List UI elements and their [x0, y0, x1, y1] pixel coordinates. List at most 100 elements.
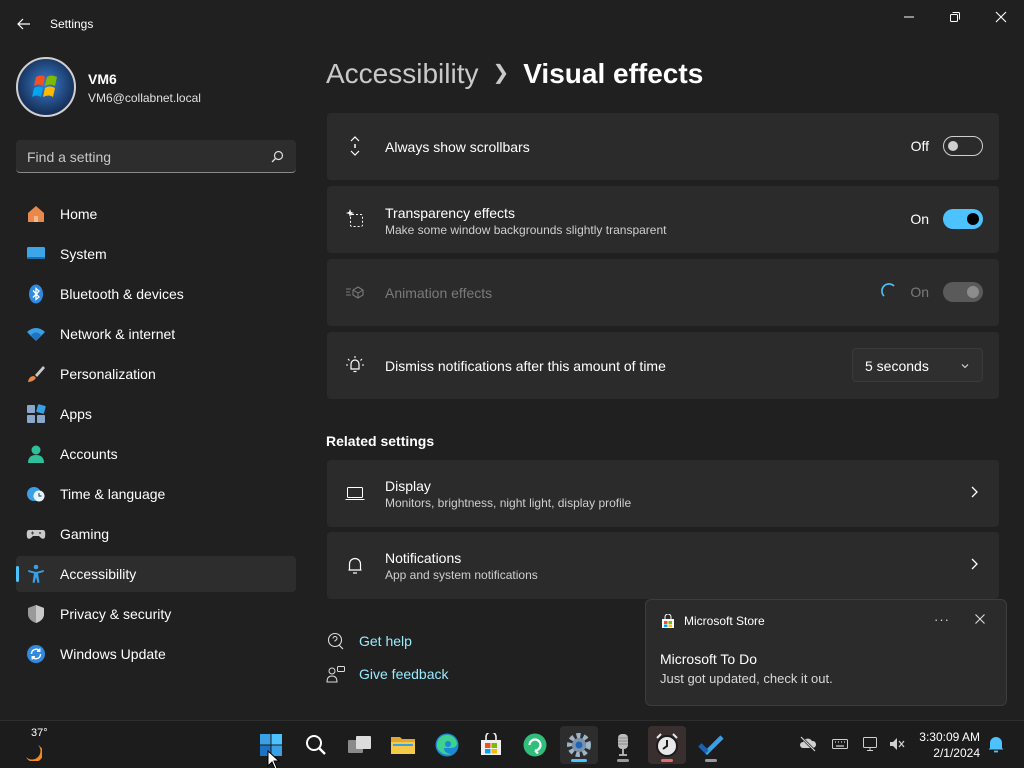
- sidebar-item-system[interactable]: System: [16, 236, 296, 272]
- app-title: Settings: [50, 17, 94, 31]
- person-icon: [28, 445, 44, 463]
- get-help-link[interactable]: Get help: [326, 630, 412, 654]
- search-placeholder: Find a setting: [27, 149, 112, 165]
- toast-notification[interactable]: Microsoft Store ··· Microsoft To Do Just…: [645, 599, 1007, 706]
- system-clock[interactable]: 3:30:09 AM 2/1/2024: [919, 729, 980, 761]
- sidebar-item-accounts[interactable]: Accounts: [16, 436, 296, 472]
- related-display[interactable]: Display Monitors, brightness, night ligh…: [327, 460, 999, 527]
- system-icon: [27, 247, 45, 259]
- taskbar-search-button[interactable]: [297, 726, 335, 764]
- title-bar: Settings: [0, 0, 1024, 48]
- user-email: VM6@collabnet.local: [88, 91, 201, 105]
- search-input[interactable]: Find a setting: [16, 140, 296, 173]
- sidebar-item-bluetooth[interactable]: Bluetooth & devices: [16, 276, 296, 312]
- sidebar-item-label: Bluetooth & devices: [60, 286, 184, 302]
- user-profile[interactable]: VM6 VM6@collabnet.local: [16, 57, 201, 117]
- feedback-icon: [326, 666, 345, 683]
- taskbar-quick-assist[interactable]: [516, 726, 554, 764]
- related-notifications[interactable]: Notifications App and system notificatio…: [327, 532, 999, 599]
- avatar: [16, 57, 76, 117]
- sidebar-item-label: Apps: [60, 406, 92, 422]
- close-icon: [995, 11, 1007, 23]
- volume-muted-icon[interactable]: [888, 735, 906, 753]
- maximize-button[interactable]: [932, 6, 978, 28]
- breadcrumb-parent[interactable]: Accessibility: [326, 58, 478, 89]
- give-feedback-link[interactable]: Give feedback: [326, 663, 449, 687]
- toggle-state-label: On: [910, 211, 929, 227]
- search-icon: [271, 150, 284, 163]
- taskbar-microsoft-store[interactable]: [472, 726, 510, 764]
- setting-title: Animation effects: [385, 285, 493, 301]
- brush-icon: [28, 366, 45, 382]
- toast-title: Microsoft To Do: [660, 651, 757, 667]
- taskbar-file-explorer[interactable]: [384, 726, 422, 764]
- setting-always-show-scrollbars: Always show scrollbars Off: [327, 113, 999, 180]
- search-icon: [306, 735, 326, 755]
- accessibility-icon: [28, 564, 44, 583]
- setting-title: Transparency effects: [385, 205, 515, 221]
- home-icon: [28, 206, 44, 222]
- toast-close-icon[interactable]: [974, 613, 986, 625]
- restore-icon: [950, 12, 960, 22]
- weather-widget[interactable]: 37°: [18, 727, 58, 763]
- gear-icon: [567, 733, 591, 757]
- sidebar-item-label: Home: [60, 206, 98, 222]
- related-settings-heading: Related settings: [326, 433, 435, 449]
- chevron-right-icon: [971, 558, 978, 570]
- back-button[interactable]: [14, 14, 34, 34]
- taskbar-voice-recorder[interactable]: [604, 726, 642, 764]
- weather-temperature: 37°: [31, 727, 48, 739]
- sidebar-item-apps[interactable]: Apps: [16, 396, 296, 432]
- taskbar-edge[interactable]: [428, 726, 466, 764]
- sidebar-item-personalization[interactable]: Personalization: [16, 356, 296, 392]
- task-view-button[interactable]: [341, 726, 379, 764]
- sidebar-item-windows-update[interactable]: Windows Update: [16, 636, 296, 672]
- sidebar-item-label: Accounts: [60, 446, 118, 462]
- scrollbars-toggle[interactable]: [943, 136, 983, 156]
- setting-title: Dismiss notifications after this amount …: [385, 358, 666, 374]
- taskbar: 37° 3:30:09 AM 2/1/2024: [0, 720, 1024, 768]
- microsoft-store-icon: [662, 614, 674, 628]
- minimize-button[interactable]: [886, 6, 932, 28]
- cloud-offline-icon[interactable]: [799, 735, 817, 753]
- sidebar-item-label: System: [60, 246, 107, 262]
- network-wired-icon[interactable]: [862, 735, 880, 753]
- sidebar-item-accessibility[interactable]: Accessibility: [16, 556, 296, 592]
- setting-title: Display: [385, 478, 431, 494]
- toast-more-button[interactable]: ···: [934, 612, 950, 627]
- toggle-state-label: Off: [910, 138, 929, 154]
- transparency-icon: [346, 209, 363, 227]
- bell-icon: [348, 557, 362, 574]
- close-button[interactable]: [978, 6, 1024, 28]
- refresh-circle-icon: [523, 733, 547, 757]
- keyboard-icon[interactable]: [831, 735, 849, 753]
- sidebar-item-privacy-security[interactable]: Privacy & security: [16, 596, 296, 632]
- alarm-clock-icon: [656, 733, 678, 757]
- sidebar-item-label: Windows Update: [60, 646, 166, 662]
- taskbar-settings[interactable]: [560, 726, 598, 764]
- running-indicator: [661, 759, 673, 762]
- microphone-icon: [618, 734, 628, 756]
- sidebar-item-label: Privacy & security: [60, 606, 172, 622]
- loading-spinner-icon: [881, 283, 895, 297]
- sidebar-item-time-language[interactable]: Time & language: [16, 476, 296, 512]
- breadcrumb: Accessibility ❯ Visual effects: [326, 58, 703, 90]
- notification-timeout-dropdown[interactable]: 5 seconds: [852, 348, 983, 382]
- running-indicator: [617, 759, 629, 762]
- sidebar-item-home[interactable]: Home: [16, 196, 296, 232]
- sidebar-item-gaming[interactable]: Gaming: [16, 516, 296, 552]
- taskbar-microsoft-todo[interactable]: [692, 726, 730, 764]
- apps-icon: [27, 404, 46, 423]
- running-indicator: [705, 759, 717, 762]
- taskbar-alarms-clock[interactable]: [648, 726, 686, 764]
- moon-weather-icon: [26, 745, 42, 761]
- animation-toggle[interactable]: [943, 282, 983, 302]
- setting-subtitle: Monitors, brightness, night light, displ…: [385, 496, 632, 510]
- toast-body: Just got updated, check it out.: [660, 671, 833, 686]
- chevron-down-icon: [961, 364, 969, 369]
- sidebar-item-label: Network & internet: [60, 326, 176, 342]
- wifi-icon: [27, 328, 45, 341]
- transparency-toggle[interactable]: [943, 209, 983, 229]
- sidebar-item-network[interactable]: Network & internet: [16, 316, 296, 352]
- notification-bell-icon[interactable]: [987, 734, 1005, 754]
